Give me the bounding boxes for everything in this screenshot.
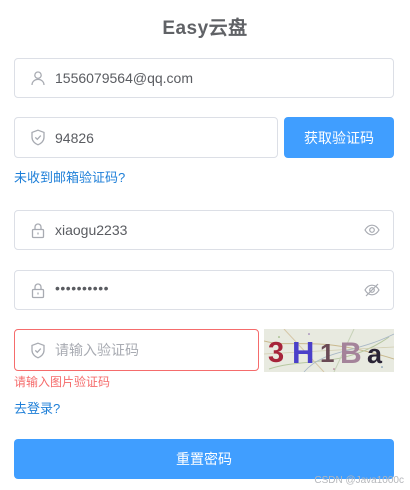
email-code-field[interactable]: 94826 — [14, 117, 278, 158]
email-code-value: 94826 — [55, 129, 94, 146]
shield-check-icon — [29, 341, 47, 359]
lock-icon — [29, 281, 47, 299]
eye-off-icon[interactable] — [363, 281, 381, 299]
captcha-char: 3 — [268, 337, 284, 369]
captcha-char: 1 — [320, 338, 334, 368]
username-field[interactable]: xiaogu2233 — [14, 210, 394, 250]
watermark: CSDN @Java1000c — [314, 475, 404, 486]
captcha-placeholder: 请输入验证码 — [55, 342, 139, 358]
reset-password-button[interactable]: 重置密码 — [14, 439, 394, 479]
captcha-char: a — [367, 339, 383, 369]
user-icon — [29, 69, 47, 87]
captcha-error: 请输入图片验证码 — [14, 375, 111, 389]
captcha-image[interactable]: 3 H 1 B a — [264, 329, 394, 372]
username-value: xiaogu2233 — [55, 222, 128, 238]
lock-icon — [29, 221, 47, 239]
app-title: Easy云盘 — [162, 18, 248, 39]
captcha-input[interactable]: 请输入验证码 — [14, 329, 259, 371]
not-received-link[interactable]: 未收到邮箱验证码? — [14, 167, 125, 186]
send-code-button[interactable]: 获取验证码 — [284, 117, 394, 158]
email-field[interactable]: 1556079564@qq.com — [14, 58, 394, 98]
password-field[interactable]: •••••••••• — [14, 270, 394, 310]
email-value: 1556079564@qq.com — [55, 70, 193, 86]
eye-icon[interactable] — [363, 221, 381, 239]
captcha-char: B — [340, 337, 362, 370]
shield-check-icon — [29, 129, 47, 147]
captcha-char: H — [292, 335, 314, 370]
login-link[interactable]: 去登录? — [14, 398, 60, 417]
password-value: •••••••••• — [55, 280, 110, 297]
